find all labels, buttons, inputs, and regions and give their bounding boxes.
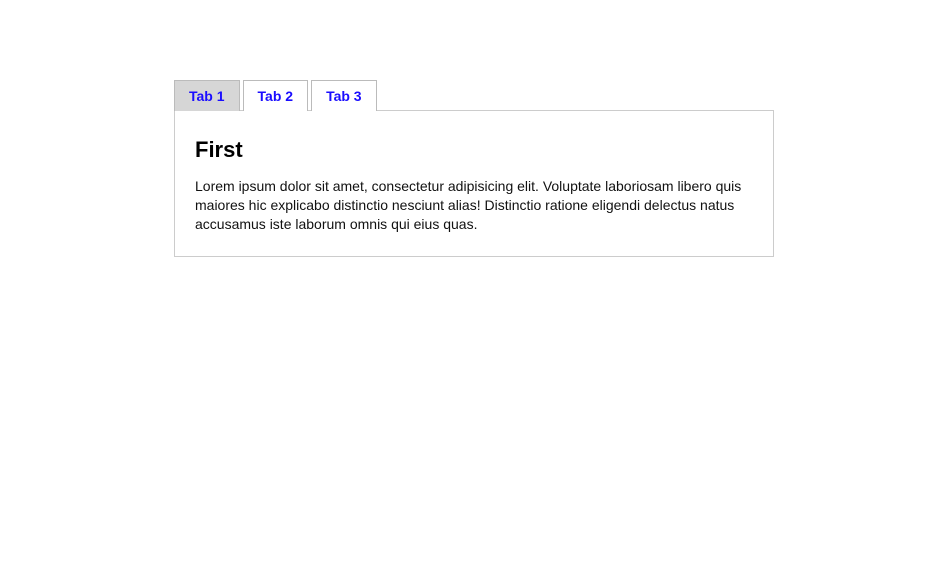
tab-2[interactable]: Tab 2 <box>243 80 309 111</box>
tab-list: Tab 1 Tab 2 Tab 3 <box>174 80 774 111</box>
tab-3[interactable]: Tab 3 <box>311 80 377 111</box>
tab-panel: First Lorem ipsum dolor sit amet, consec… <box>174 110 774 257</box>
panel-body: Lorem ipsum dolor sit amet, consectetur … <box>195 177 753 234</box>
tab-1[interactable]: Tab 1 <box>174 80 240 111</box>
panel-heading: First <box>195 137 753 163</box>
tab-widget: Tab 1 Tab 2 Tab 3 First Lorem ipsum dolo… <box>174 80 774 257</box>
